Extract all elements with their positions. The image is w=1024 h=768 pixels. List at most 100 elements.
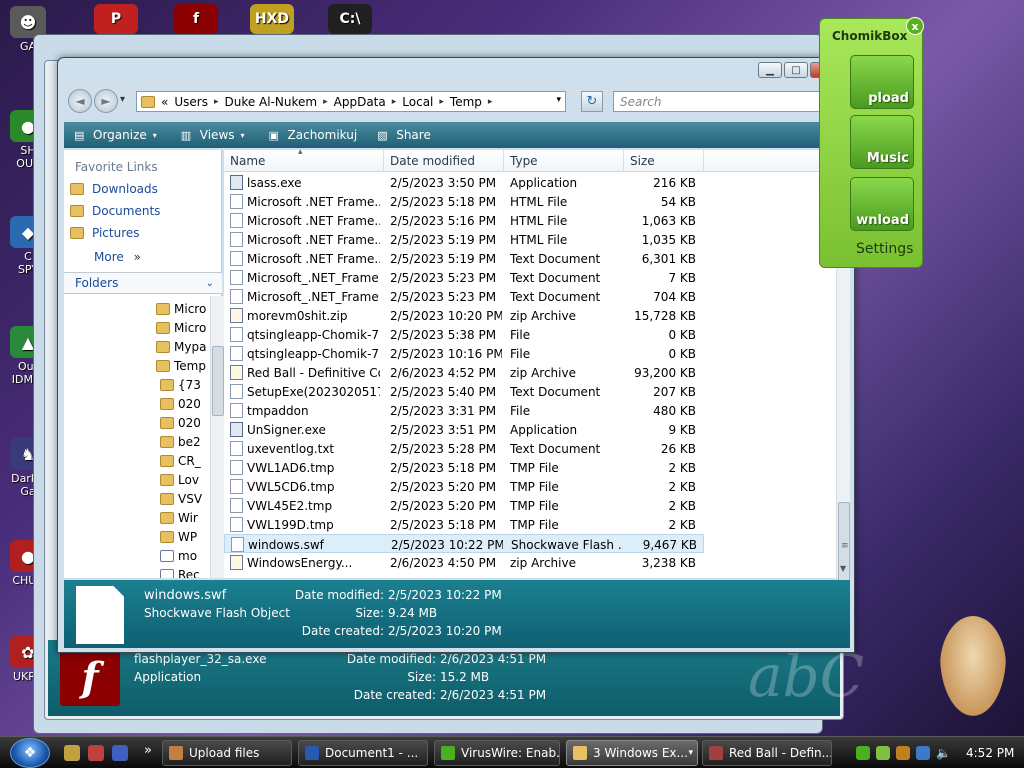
table-row[interactable]: windows.swf 2/5/2023 10:22 PM Shockwave Fl… bbox=[224, 534, 704, 553]
scroll-down-icon[interactable]: ▼ bbox=[840, 564, 846, 573]
chevron-down-icon[interactable]: ▾ bbox=[688, 748, 693, 758]
folder-tree-item[interactable]: Wir bbox=[160, 508, 198, 527]
chomikbox-upload-button[interactable]: pload bbox=[850, 55, 914, 109]
tray-icon-3[interactable] bbox=[896, 746, 910, 760]
chomikbox-music-button[interactable]: Music bbox=[850, 115, 914, 169]
search-input[interactable]: Search ⚲ bbox=[613, 91, 843, 112]
address-prefix[interactable]: « bbox=[161, 95, 168, 109]
breadcrumb-separator-icon[interactable]: ▸ bbox=[392, 97, 397, 107]
table-row[interactable]: qtsingleapp-Chomik-7... 2/5/2023 10:16 PM… bbox=[224, 344, 704, 363]
folder-tree-item[interactable]: be2 bbox=[160, 432, 201, 451]
hamster-mascot-icon[interactable] bbox=[940, 616, 1006, 716]
column-header-date-modified[interactable]: Date modified bbox=[384, 150, 504, 172]
folder-tree-item[interactable]: mo bbox=[160, 546, 197, 565]
command-organize[interactable]: ▤ Organize ▾ bbox=[74, 128, 157, 142]
table-row[interactable]: UnSigner.exe 2/5/2023 3:51 PM Application 9… bbox=[224, 420, 704, 439]
quicklaunch-icon-3[interactable] bbox=[112, 745, 128, 761]
table-row[interactable]: Microsoft_.NET_Frame... 2/5/2023 5:23 PM T… bbox=[224, 268, 704, 287]
table-row[interactable]: Microsoft .NET Frame... 2/5/2023 5:16 PM H… bbox=[224, 211, 704, 230]
breadcrumb-separator-icon[interactable]: ▸ bbox=[323, 97, 328, 107]
breadcrumb-item[interactable]: AppData bbox=[334, 95, 386, 109]
taskbar-button[interactable]: Red Ball - Defin... bbox=[702, 740, 832, 766]
desktop-icon[interactable]: P bbox=[92, 4, 140, 36]
table-row[interactable]: VWL199D.tmp 2/5/2023 5:18 PM TMP File 2 KB bbox=[224, 515, 704, 534]
scrollbar-thumb[interactable] bbox=[212, 346, 224, 416]
taskbar-button[interactable]: Upload files bbox=[162, 740, 292, 766]
table-row[interactable]: uxeventlog.txt 2/5/2023 5:28 PM Text Docum… bbox=[224, 439, 704, 458]
table-row[interactable]: qtsingleapp-Chomik-7... 2/5/2023 5:38 PM F… bbox=[224, 325, 704, 344]
folder-tree-item[interactable]: CR_ bbox=[160, 451, 201, 470]
refresh-button[interactable]: ↻ bbox=[581, 91, 603, 112]
folder-tree-item[interactable]: Rec bbox=[160, 565, 200, 578]
folder-tree-item[interactable]: Mypa bbox=[156, 337, 206, 356]
folder-tree-item[interactable]: Temp bbox=[156, 356, 206, 375]
folder-tree-scrollbar[interactable] bbox=[210, 296, 224, 578]
taskbar-button[interactable]: VirusWire: Enab... bbox=[434, 740, 560, 766]
folders-header[interactable]: Folders ⌄ bbox=[64, 272, 222, 294]
command-share[interactable]: ▧ Share bbox=[377, 128, 431, 142]
chomikbox-download-button[interactable]: wnload bbox=[850, 177, 914, 231]
folder-tree-item[interactable]: 020 bbox=[160, 413, 201, 432]
more-links[interactable]: More » bbox=[94, 250, 141, 264]
table-row[interactable]: tmpaddon 2/5/2023 3:31 PM File 480 KB bbox=[224, 401, 704, 420]
column-header-size[interactable]: Size bbox=[624, 150, 704, 172]
folder-tree-item[interactable]: VSV bbox=[160, 489, 202, 508]
quicklaunch-icon-2[interactable] bbox=[88, 745, 104, 761]
folder-tree-item[interactable]: Micro bbox=[156, 318, 206, 337]
table-row[interactable]: Microsoft .NET Frame... 2/5/2023 5:19 PM H… bbox=[224, 230, 704, 249]
table-row[interactable]: Microsoft_.NET_Frame... 2/5/2023 5:23 PM T… bbox=[224, 287, 704, 306]
tray-icon-2[interactable] bbox=[876, 746, 890, 760]
chomikbox-settings-link[interactable]: Settings bbox=[856, 241, 913, 257]
clock[interactable]: 4:52 PM bbox=[966, 746, 1014, 760]
table-row[interactable]: Microsoft .NET Frame... 2/5/2023 5:19 PM T… bbox=[224, 249, 704, 268]
folder-tree-item[interactable]: Micro bbox=[156, 299, 206, 318]
desktop-icon[interactable]: HXD bbox=[248, 4, 296, 36]
tray-icon-1[interactable] bbox=[856, 746, 870, 760]
table-row[interactable]: SetupExe(20230205173... 2/5/2023 5:40 PM T… bbox=[224, 382, 704, 401]
minimize-button[interactable]: ▁ bbox=[758, 62, 782, 78]
breadcrumb-separator-icon[interactable]: ▸ bbox=[488, 97, 493, 107]
favorite-link-downloads[interactable]: Downloads bbox=[70, 182, 158, 196]
table-row[interactable]: WindowsEnergy... 2/6/2023 4:50 PM zip Arch… bbox=[224, 553, 704, 572]
back-button[interactable]: ◄ bbox=[68, 89, 92, 113]
folder-tree-item[interactable]: {73 bbox=[160, 375, 201, 394]
folders-title: Folders bbox=[75, 276, 119, 290]
taskbar-button[interactable]: Document1 - ... bbox=[298, 740, 428, 766]
table-row[interactable]: Red Ball - Definitive Co... 2/6/2023 4:52… bbox=[224, 363, 704, 382]
forward-button[interactable]: ► bbox=[94, 89, 118, 113]
address-dropdown[interactable]: ▾ bbox=[556, 95, 561, 105]
desktop-icon[interactable]: f bbox=[172, 4, 220, 36]
breadcrumb-item[interactable]: Temp bbox=[450, 95, 482, 109]
taskbar-button[interactable]: 3 Windows Ex... ▾ bbox=[566, 740, 698, 766]
breadcrumb-item[interactable]: Users bbox=[174, 95, 208, 109]
folder-tree-item[interactable]: Lov bbox=[160, 470, 199, 489]
table-row[interactable]: VWL5CD6.tmp 2/5/2023 5:20 PM TMP File 2 KB bbox=[224, 477, 704, 496]
table-row[interactable]: Microsoft .NET Frame... 2/5/2023 5:18 PM H… bbox=[224, 192, 704, 211]
breadcrumb-item[interactable]: Local bbox=[402, 95, 433, 109]
command-views[interactable]: ▥ Views ▾ bbox=[181, 128, 245, 142]
recent-pages-dropdown[interactable]: ▾ bbox=[120, 94, 125, 105]
folder-tree-item[interactable]: WP bbox=[160, 527, 197, 546]
command-zachomikuj[interactable]: ▣ Zachomikuj bbox=[269, 128, 358, 142]
favorite-link-documents[interactable]: Documents bbox=[70, 204, 160, 218]
start-button[interactable]: ❖ bbox=[10, 738, 50, 768]
address-bar[interactable]: « Users ▸ Duke Al-Nukem ▸ AppData ▸ Local ▸ Temp… bbox=[136, 91, 566, 112]
table-row[interactable]: VWL1AD6.tmp 2/5/2023 5:18 PM TMP File 2 KB bbox=[224, 458, 704, 477]
table-row[interactable]: VWL45E2.tmp 2/5/2023 5:20 PM TMP File 2 KB bbox=[224, 496, 704, 515]
breadcrumb-separator-icon[interactable]: ▸ bbox=[439, 97, 444, 107]
folder-tree-item[interactable]: 020 bbox=[160, 394, 201, 413]
column-header-type[interactable]: Type bbox=[504, 150, 624, 172]
column-header-name[interactable]: Name bbox=[224, 150, 384, 172]
breadcrumb-item[interactable]: Duke Al-Nukem bbox=[224, 95, 317, 109]
desktop-icon[interactable]: C:\ bbox=[326, 4, 374, 36]
table-row[interactable]: lsass.exe 2/5/2023 3:50 PM Application 216 … bbox=[224, 173, 704, 192]
table-row[interactable]: morevm0shit.zip 2/5/2023 10:20 PM zip Arch… bbox=[224, 306, 704, 325]
quicklaunch-icon-1[interactable] bbox=[64, 745, 80, 761]
volume-icon[interactable]: 🔈 bbox=[936, 746, 951, 760]
chomikbox-close-button[interactable]: x bbox=[906, 17, 924, 35]
network-icon[interactable] bbox=[916, 746, 930, 760]
breadcrumb-separator-icon[interactable]: ▸ bbox=[214, 97, 219, 107]
quicklaunch-more-icon[interactable]: » bbox=[144, 743, 152, 758]
maximize-button[interactable]: □ bbox=[784, 62, 808, 78]
favorite-link-pictures[interactable]: Pictures bbox=[70, 226, 140, 240]
